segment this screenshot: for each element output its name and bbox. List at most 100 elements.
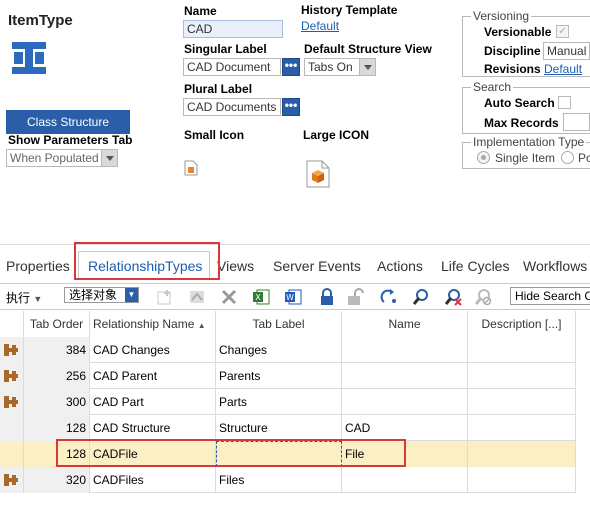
singular-label-label: Singular Label — [184, 42, 267, 56]
singular-label-input[interactable]: CAD Document — [183, 58, 281, 76]
small-icon-preview[interactable] — [184, 160, 198, 176]
relationship-name-cell[interactable]: CADFiles — [90, 467, 216, 493]
tab-properties[interactable]: Properties — [6, 258, 70, 274]
singular-label-ellipsis-button[interactable]: ••• — [282, 58, 300, 76]
hide-search-button[interactable]: Hide Search C — [510, 287, 590, 305]
history-template-link[interactable]: Default — [301, 19, 339, 33]
tab-order-cell[interactable]: 128 — [24, 415, 90, 441]
grid-header-name[interactable]: Name — [342, 311, 468, 337]
delete-icon[interactable] — [220, 288, 238, 306]
relationship-name-cell[interactable]: CAD Changes — [90, 337, 216, 363]
relationship-name-cell[interactable]: CAD Structure — [90, 415, 216, 441]
relationship-name-cell[interactable]: CAD Part — [90, 389, 216, 415]
description-cell[interactable] — [468, 441, 576, 467]
table-row[interactable]: 320 CADFiles Files — [0, 467, 576, 493]
discipline-label: Discipline — [484, 44, 541, 58]
tab-label-cell[interactable]: Structure — [216, 415, 342, 441]
name-cell[interactable] — [342, 337, 468, 363]
name-cell[interactable] — [342, 467, 468, 493]
clear-search-icon[interactable] — [444, 288, 462, 306]
unlock-icon[interactable] — [346, 288, 364, 306]
name-label: Name — [184, 4, 217, 18]
description-cell[interactable] — [468, 467, 576, 493]
table-row[interactable]: 256 CAD Parent Parents — [0, 363, 576, 389]
versionable-label: Versionable — [484, 25, 552, 39]
versionable-checkbox[interactable]: ✓ — [556, 25, 569, 38]
plural-label-input[interactable]: CAD Documents — [183, 98, 281, 116]
chevron-down-icon — [359, 59, 375, 75]
refresh-icon[interactable] — [380, 288, 398, 306]
tab-life-cycles[interactable]: Life Cycles — [441, 258, 509, 274]
grid-header-tab-order[interactable]: Tab Order — [24, 311, 90, 337]
name-cell[interactable] — [342, 363, 468, 389]
search-icon[interactable] — [412, 288, 430, 306]
relationship-icon — [4, 370, 18, 382]
class-structure-button[interactable]: Class Structure — [6, 110, 130, 134]
svg-text:W: W — [286, 293, 294, 302]
table-row[interactable]: 384 CAD Changes Changes — [0, 337, 576, 363]
tab-label-cell[interactable]: Parents — [216, 363, 342, 389]
description-cell[interactable] — [468, 415, 576, 441]
show-params-value: When Populated — [10, 151, 99, 165]
max-records-label: Max Records — [484, 116, 559, 130]
search-disabled-icon[interactable] — [474, 288, 492, 306]
tab-label-cell[interactable]: Changes — [216, 337, 342, 363]
auto-search-label: Auto Search — [484, 96, 555, 110]
lock-icon[interactable] — [318, 288, 336, 306]
page-title: ItemType — [8, 12, 73, 29]
tab-workflows[interactable]: Workflows — [523, 258, 587, 274]
excel-icon[interactable]: X — [252, 288, 270, 306]
name-cell[interactable]: CAD — [342, 415, 468, 441]
grid-header-description[interactable]: Description [...] — [468, 311, 576, 337]
large-icon-label: Large ICON — [303, 128, 370, 142]
table-row[interactable]: 128 CAD Structure Structure CAD — [0, 415, 576, 441]
select-object-label: 选择对象 — [69, 288, 118, 302]
revisions-link[interactable]: Default — [544, 62, 582, 76]
max-records-input[interactable] — [563, 113, 590, 131]
relationship-name-cell[interactable]: CAD Parent — [90, 363, 216, 389]
tab-order-cell[interactable]: 320 — [24, 467, 90, 493]
default-structure-view-value: Tabs On — [308, 60, 353, 74]
tab-order-cell[interactable]: 384 — [24, 337, 90, 363]
pick-related-icon[interactable] — [188, 288, 206, 306]
word-icon[interactable]: W — [284, 288, 302, 306]
large-icon-preview[interactable] — [306, 160, 330, 188]
auto-search-checkbox[interactable] — [558, 96, 571, 109]
tab-server-events[interactable]: Server Events — [273, 258, 361, 274]
plural-label-label: Plural Label — [184, 82, 253, 96]
execute-menu[interactable]: 执行 ▼ — [6, 289, 42, 306]
tab-order-cell[interactable]: 300 — [24, 389, 90, 415]
tab-label-cell[interactable]: Parts — [216, 389, 342, 415]
plural-label-ellipsis-button[interactable]: ••• — [282, 98, 300, 116]
radio-single-item-label: Single Item — [495, 151, 556, 165]
tab-order-cell[interactable]: 256 — [24, 363, 90, 389]
description-cell[interactable] — [468, 337, 576, 363]
add-icon[interactable] — [156, 288, 174, 306]
grid-header-relationship-name-label: Relationship Name — [93, 317, 195, 331]
small-icon-label: Small Icon — [184, 128, 245, 142]
row-icon-cell — [0, 389, 24, 415]
description-cell[interactable] — [468, 389, 576, 415]
radio-polymorphic[interactable] — [561, 151, 574, 164]
grid-header-icon-col — [0, 311, 24, 337]
implementation-type-legend: Implementation Type — [473, 135, 585, 149]
radio-single-item[interactable] — [477, 151, 490, 164]
chevron-down-icon: ▼ — [125, 288, 138, 302]
grid-header-tab-label[interactable]: Tab Label — [216, 311, 342, 337]
default-structure-view-select[interactable]: Tabs On — [304, 58, 376, 76]
history-template-label: History Template — [301, 3, 398, 17]
discipline-select[interactable]: Manual — [543, 42, 590, 60]
row-icon-cell — [0, 363, 24, 389]
row-icon-cell — [0, 467, 24, 493]
grid-header-relationship-name[interactable]: Relationship Name ▲ — [90, 311, 216, 337]
description-cell[interactable] — [468, 363, 576, 389]
tab-label-cell[interactable]: Files — [216, 467, 342, 493]
show-params-select[interactable]: When Populated — [6, 149, 118, 167]
table-row[interactable]: 300 CAD Part Parts — [0, 389, 576, 415]
name-cell[interactable] — [342, 389, 468, 415]
tab-actions[interactable]: Actions — [377, 258, 423, 274]
tab-views[interactable]: Views — [217, 258, 254, 274]
name-input[interactable]: CAD — [183, 20, 283, 38]
select-object-dropdown[interactable]: 选择对象 ▼ — [64, 287, 139, 303]
revisions-label: Revisions — [484, 62, 541, 76]
